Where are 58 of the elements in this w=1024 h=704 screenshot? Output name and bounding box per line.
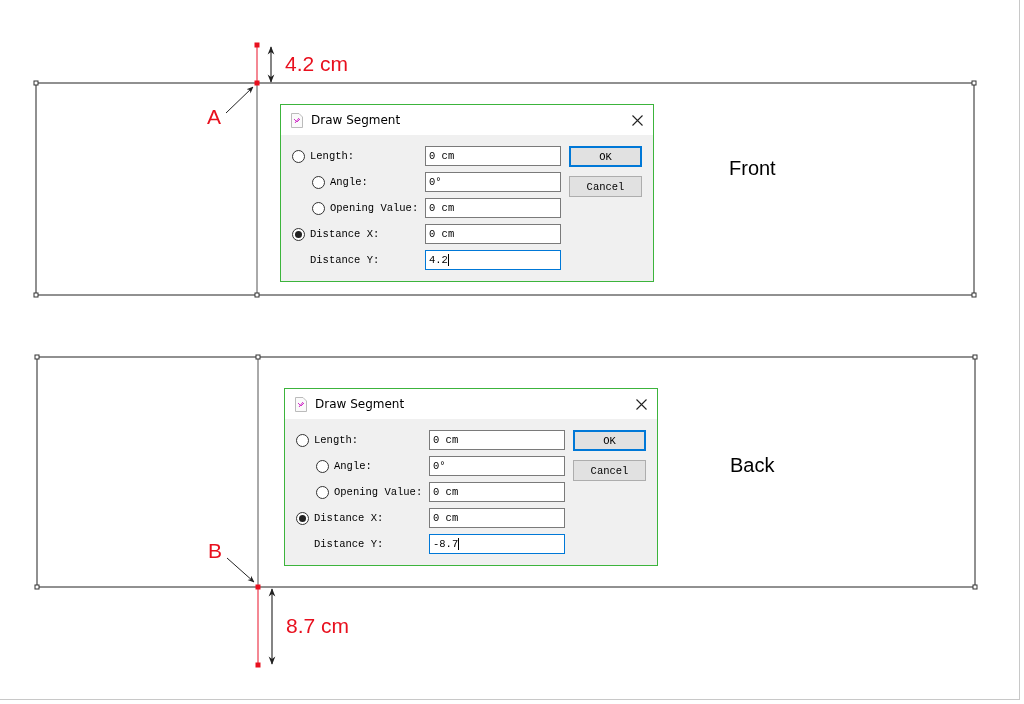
pointer-arrow bbox=[226, 557, 255, 583]
radio-button[interactable] bbox=[316, 485, 329, 499]
radio-button[interactable] bbox=[292, 227, 305, 241]
radio-button[interactable] bbox=[312, 201, 325, 215]
selection-handle[interactable] bbox=[971, 292, 977, 298]
selection-handle[interactable] bbox=[34, 584, 40, 590]
radio-button[interactable] bbox=[296, 433, 309, 447]
close-icon[interactable] bbox=[636, 398, 647, 410]
offset-segment bbox=[254, 42, 260, 86]
input-field[interactable]: -8.7 bbox=[429, 534, 565, 554]
piece-label: Back bbox=[730, 454, 775, 477]
point-label: A bbox=[207, 104, 221, 130]
input-field[interactable]: 0 cm bbox=[429, 482, 565, 502]
field-label: Angle: bbox=[330, 176, 368, 188]
dialog-title: Draw Segment bbox=[315, 397, 406, 411]
document-icon bbox=[291, 112, 303, 128]
input-field[interactable]: 0° bbox=[425, 172, 561, 192]
document-icon bbox=[295, 396, 307, 412]
selection-handle[interactable] bbox=[972, 584, 978, 590]
pointer-arrow bbox=[225, 86, 254, 114]
input-field[interactable]: 0 cm bbox=[429, 430, 565, 450]
radio-button[interactable] bbox=[296, 511, 309, 525]
input-field[interactable]: 0° bbox=[429, 456, 565, 476]
close-icon[interactable] bbox=[632, 114, 643, 126]
selection-handle[interactable] bbox=[254, 292, 260, 298]
field-label: Angle: bbox=[334, 460, 372, 472]
piece-label: Front bbox=[729, 157, 776, 180]
input-field[interactable]: 0 cm bbox=[425, 224, 561, 244]
dialog-button[interactable]: OK bbox=[573, 430, 646, 451]
field-label: Length: bbox=[310, 150, 355, 162]
input-field[interactable]: 0 cm bbox=[425, 146, 561, 166]
radio-button[interactable] bbox=[316, 459, 329, 473]
radio-button[interactable] bbox=[292, 149, 305, 163]
selection-handle[interactable] bbox=[972, 354, 978, 360]
field-label: Length: bbox=[314, 434, 359, 446]
offset-label: 8.7 cm bbox=[286, 613, 350, 639]
offset-label: 4.2 cm bbox=[285, 51, 349, 77]
input-field[interactable]: 0 cm bbox=[429, 508, 565, 528]
field-label: Distance X: bbox=[314, 512, 384, 524]
selection-handle[interactable] bbox=[33, 292, 39, 298]
point-label: B bbox=[208, 538, 222, 564]
field-label: Opening Value: bbox=[330, 202, 419, 214]
radio-button[interactable] bbox=[312, 175, 325, 189]
input-field[interactable]: 0 cm bbox=[425, 198, 561, 218]
selection-handle[interactable] bbox=[255, 354, 261, 360]
field-label: Distance X: bbox=[310, 228, 380, 240]
dialog-title: Draw Segment bbox=[311, 113, 402, 127]
dialog-button[interactable]: Cancel bbox=[573, 460, 646, 481]
input-field[interactable]: 4.2 bbox=[425, 250, 561, 270]
selection-handle[interactable] bbox=[34, 354, 40, 360]
dialog-button[interactable]: Cancel bbox=[569, 176, 642, 197]
dialog-button[interactable]: OK bbox=[569, 146, 642, 167]
field-label: Opening Value: bbox=[334, 486, 423, 498]
field-label: Distance Y: bbox=[314, 538, 384, 550]
selection-handle[interactable] bbox=[33, 80, 39, 86]
selection-handle[interactable] bbox=[971, 80, 977, 86]
field-label: Distance Y: bbox=[310, 254, 380, 266]
dimension-arrow bbox=[267, 46, 275, 83]
